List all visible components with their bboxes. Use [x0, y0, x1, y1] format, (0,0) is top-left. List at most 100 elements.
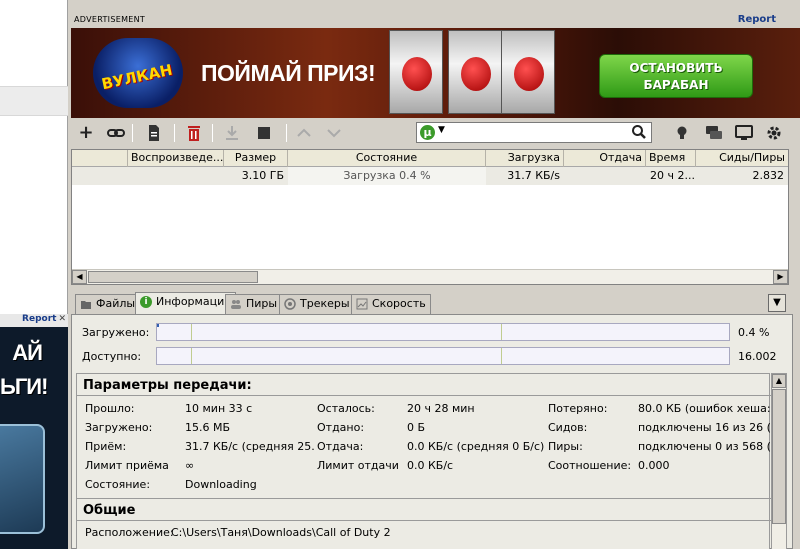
sidebar-selected-strip[interactable] [0, 86, 68, 116]
row-status: Загрузка 0.4 % [288, 167, 486, 185]
remote-icon[interactable] [734, 123, 754, 143]
downloaded-progress-fill [157, 324, 159, 327]
column-header-download[interactable]: Загрузка [486, 150, 564, 167]
scroll-right-icon[interactable]: ▶ [773, 270, 788, 284]
collapse-panel-icon[interactable]: ▼ [768, 294, 786, 312]
tab-files[interactable]: Файлы [75, 294, 141, 314]
search-input[interactable] [449, 124, 629, 141]
column-header-name[interactable] [72, 150, 128, 167]
add-link-icon[interactable] [106, 123, 126, 143]
left-ad-close-icon[interactable]: ✕ [58, 314, 66, 324]
row-play [128, 167, 224, 185]
row-seeds: 2.832 [752, 169, 785, 182]
scroll-left-icon[interactable]: ◀ [72, 270, 87, 284]
detail-tabs: Файлы i Информация Пиры Трекеры Скорость… [71, 292, 800, 314]
right-edge-panel [789, 149, 800, 285]
tab-peers[interactable]: Пиры [225, 294, 283, 314]
torrent-list: Воспроизведе... Размер Состояние Загрузк… [71, 149, 789, 285]
search-icon[interactable] [631, 124, 647, 140]
scrollbar-thumb[interactable] [88, 271, 258, 283]
downloaded-amount-label: Загружено: [85, 421, 153, 434]
strawberry-icon [461, 57, 491, 91]
tab-label: Трекеры [300, 297, 350, 310]
general-section-title: Общие [83, 503, 136, 518]
add-torrent-icon[interactable]: + [76, 123, 96, 143]
column-header-seeds[interactable]: Сиды/Пиры [696, 150, 788, 167]
send-value: 0.0 КБ/с (средняя 0 Б/с) [407, 440, 545, 453]
ad-report-link[interactable]: Report [738, 14, 776, 25]
uploaded-value: 0 Б [407, 421, 426, 434]
row-size: 3.10 ГБ [241, 169, 284, 182]
tab-label: Информация [156, 295, 231, 308]
send-limit-label: Лимит отдачи [317, 459, 399, 472]
recv-limit-label: Лимит приёма [85, 459, 169, 472]
column-header-upload[interactable]: Отдача [564, 150, 646, 167]
column-header-status[interactable]: Состояние [288, 150, 486, 167]
info-icon: i [140, 296, 152, 308]
stop-icon[interactable] [254, 123, 274, 143]
recv-value: 31.7 КБ/с (средняя 25.3 К [185, 440, 315, 453]
chevron-down-icon[interactable]: ▼ [438, 125, 445, 135]
remaining-value: 20 ч 28 мин [407, 402, 475, 415]
ad-header: ADVERTISEMENT Report [70, 12, 800, 28]
wasted-label: Потеряно: [548, 402, 608, 415]
scroll-up-icon[interactable]: ▲ [772, 374, 786, 388]
strawberry-icon [514, 57, 544, 91]
horizontal-scrollbar[interactable]: ◀ ▶ [72, 269, 788, 284]
left-ad-graphic [0, 424, 45, 534]
ad-slot-reel [389, 30, 443, 114]
ad-title: ПОЙМАЙ ПРИЗ! [201, 60, 376, 86]
tab-info[interactable]: i Информация [135, 292, 236, 314]
delete-icon[interactable] [184, 123, 204, 143]
create-torrent-icon[interactable] [144, 123, 164, 143]
send-limit-value: 0.0 КБ/с [407, 459, 454, 472]
utorrent-logo-icon[interactable]: µ [420, 125, 435, 140]
chat-icon[interactable] [704, 123, 724, 143]
downloaded-amount-value: 15.6 МБ [185, 421, 231, 434]
elapsed-label: Прошло: [85, 402, 135, 415]
move-down-icon[interactable] [324, 123, 344, 143]
left-ad[interactable]: Report ✕ АЙ ЬГИ! [0, 314, 68, 549]
state-label: Состояние: [85, 478, 151, 491]
strawberry-icon [402, 57, 432, 91]
download-icon[interactable] [222, 123, 242, 143]
gear-icon[interactable] [764, 123, 784, 143]
torrent-list-header: Воспроизведе... Размер Состояние Загрузк… [72, 150, 788, 167]
tab-trackers[interactable]: Трекеры [279, 294, 355, 314]
peers-value: подключены 0 из 568 (всег [638, 440, 771, 453]
left-ad-bar: Report ✕ [0, 314, 68, 327]
row-download-speed: 31.7 КБ/s [507, 169, 560, 182]
table-row[interactable]: 3.10 ГБ Загрузка 0.4 % 31.7 КБ/s 20 ч 2.… [72, 167, 788, 185]
toolbar: + µ ▼ [70, 118, 800, 148]
tab-speed[interactable]: Скорость [351, 294, 431, 314]
move-up-icon[interactable] [294, 123, 314, 143]
bulb-icon[interactable] [672, 123, 692, 143]
ad-banner[interactable]: ВУЛКАН ПОЙМАЙ ПРИЗ! ОСТАНОВИТЬ БАРАБАН [71, 28, 800, 118]
tab-label: Файлы [96, 297, 136, 310]
seeds-label: Сидов: [548, 421, 588, 434]
column-header-time[interactable]: Время [646, 150, 696, 167]
location-value: C:\Users\Таня\Downloads\Call of Duty 2 [171, 526, 391, 539]
seeds-value: подключены 16 из 26 (всег [638, 421, 771, 434]
available-progress-bar [156, 347, 730, 365]
available-value: 16.002 [738, 350, 777, 363]
column-header-size[interactable]: Размер [224, 150, 288, 167]
elapsed-value: 10 мин 33 с [185, 402, 253, 415]
send-label: Отдача: [317, 440, 364, 453]
transfer-section-title: Параметры передачи: [83, 378, 252, 393]
info-panel: Загружено: 0.4 % Доступно: 16.002 Параме… [71, 314, 793, 549]
left-ad-report-link[interactable]: Report [22, 314, 56, 324]
peers-label: Пиры: [548, 440, 583, 453]
column-header-play[interactable]: Воспроизведе... [128, 150, 224, 167]
ratio-label: Соотношение: [548, 459, 632, 472]
transfer-params-panel: Параметры передачи: Прошло: 10 мин 33 с … [76, 373, 771, 549]
ad-slot-reel [448, 30, 502, 114]
ad-stop-reel-button[interactable]: ОСТАНОВИТЬ БАРАБАН [599, 54, 753, 98]
tab-label: Скорость [372, 297, 426, 310]
scrollbar-thumb[interactable] [772, 389, 786, 524]
downloaded-value: 0.4 % [738, 326, 770, 339]
ad-slot-reel [501, 30, 555, 114]
info-vertical-scrollbar[interactable]: ▲ [771, 373, 787, 549]
state-value: Downloading [185, 478, 257, 491]
search-box[interactable]: µ ▼ [416, 122, 652, 143]
